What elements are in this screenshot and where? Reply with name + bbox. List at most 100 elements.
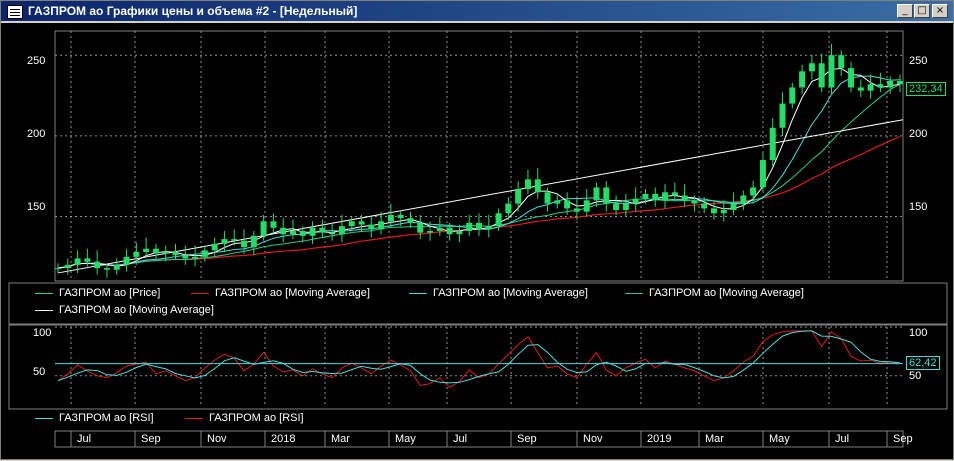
candle-body: [642, 193, 649, 199]
x-axis-label: Nov: [207, 433, 227, 445]
candle-body: [201, 250, 208, 257]
candle-body: [524, 179, 531, 190]
candle-body: [446, 227, 453, 235]
candle-body: [74, 258, 81, 265]
chart-area[interactable]: [1, 1, 954, 461]
candle-body: [231, 239, 238, 241]
candle-body: [387, 214, 394, 222]
candle-body: [172, 251, 179, 256]
rsi-y-label-right: 50: [909, 370, 922, 382]
candle-body: [143, 248, 150, 252]
x-axis-label: Mar: [705, 433, 724, 445]
chart-window: ГАЗПРОМ ао Графики цены и объема #2 - [Н…: [0, 0, 954, 460]
candle-body: [270, 221, 277, 228]
legend-ma-red[interactable]: ГАЗПРОМ ао [Moving Average]: [191, 287, 370, 299]
rsi-y-label: 50: [33, 366, 46, 378]
candle-body: [789, 87, 796, 104]
price-panel-frame: [54, 30, 904, 282]
rsi-y-label-right: 100: [909, 327, 928, 339]
candle-body: [427, 231, 434, 233]
price-last-value: 232,34: [906, 82, 946, 96]
legend-rsi-cyan[interactable]: ГАЗПРОМ ао [RSI]: [35, 412, 154, 424]
candle-body: [476, 222, 482, 230]
candle-body: [583, 200, 590, 212]
candle-body: [133, 251, 140, 257]
x-axis-label: Mar: [331, 433, 350, 445]
candle-body: [329, 232, 336, 235]
x-axis-label: Sep: [141, 433, 161, 445]
candle-body: [632, 198, 639, 204]
rsi-cyan-line: [57, 330, 901, 384]
candle-body: [877, 84, 884, 88]
candle-body: [241, 240, 248, 248]
legend-ma-white[interactable]: ГАЗПРОМ ао [Moving Average]: [35, 304, 214, 316]
candle-body: [779, 103, 786, 128]
x-axis-label: May: [769, 433, 790, 445]
price-y-label: 200: [27, 128, 46, 140]
candle-body: [485, 226, 492, 230]
rsi-y-label: 100: [33, 327, 52, 339]
candle-body: [897, 81, 903, 85]
candle-body: [466, 222, 473, 231]
candle-body: [211, 243, 218, 251]
candle-body: [769, 127, 776, 161]
x-axis-label: Jul: [77, 433, 92, 445]
candle-body: [573, 208, 580, 212]
x-axis-label: Sep: [517, 433, 537, 445]
ma-cyan-line: [57, 75, 901, 269]
candle-body: [94, 261, 101, 269]
candle-body: [534, 179, 541, 193]
candle-body: [84, 258, 91, 262]
candle-body: [260, 221, 267, 236]
candle-body: [348, 221, 355, 227]
x-axis-label: May: [395, 433, 416, 445]
candle-body: [720, 210, 727, 214]
candle-body: [691, 200, 698, 204]
candle-body: [808, 63, 815, 72]
candle-body: [750, 187, 757, 196]
candle-body: [759, 160, 766, 188]
rsi-last-value: 62,42: [906, 356, 940, 370]
candle-body: [818, 63, 825, 88]
candle-body: [740, 195, 747, 204]
legend-price[interactable]: ГАЗПРОМ ао [Price]: [35, 287, 160, 299]
candle-body: [838, 55, 845, 69]
x-axis-label: 2019: [647, 433, 672, 445]
candle-body: [554, 200, 561, 204]
candle-body: [828, 55, 835, 88]
candle-body: [495, 213, 502, 227]
candle-body: [123, 256, 130, 265]
candle-body: [848, 68, 855, 88]
price-y-label-right: 200: [909, 128, 928, 140]
candle-body: [407, 218, 414, 223]
rsi-red-line: [57, 330, 901, 389]
candle-body: [64, 264, 71, 269]
candle-body: [799, 71, 806, 88]
candle-body: [701, 203, 708, 209]
candle-body: [544, 192, 551, 204]
candle-body: [857, 87, 864, 91]
legend-ma-cyan[interactable]: ГАЗПРОМ ао [Moving Average]: [409, 287, 588, 299]
x-axis-label: Jul: [835, 433, 850, 445]
x-axis-label: 2018: [271, 433, 296, 445]
price-y-label: 150: [27, 201, 46, 213]
candle-body: [113, 264, 120, 270]
candle-body: [662, 192, 669, 201]
candle-body: [319, 227, 326, 233]
legend-rsi-red[interactable]: ГАЗПРОМ ао [RSI]: [185, 412, 304, 424]
candle-body: [652, 193, 659, 201]
candle-body: [887, 81, 894, 88]
candle-body: [564, 200, 571, 209]
legend-ma-green[interactable]: ГАЗПРОМ ао [Moving Average]: [625, 287, 804, 299]
candle-body: [299, 231, 306, 236]
ma-white-line: [57, 67, 901, 269]
candle-body: [280, 227, 287, 235]
price-y-label-right: 150: [909, 201, 928, 213]
ma-green-line: [57, 83, 901, 269]
candle-body: [55, 268, 61, 270]
candle-body: [368, 224, 375, 230]
candle-body: [152, 248, 159, 254]
candle-body: [182, 255, 189, 259]
candle-body: [710, 208, 717, 214]
candle-body: [250, 235, 257, 248]
